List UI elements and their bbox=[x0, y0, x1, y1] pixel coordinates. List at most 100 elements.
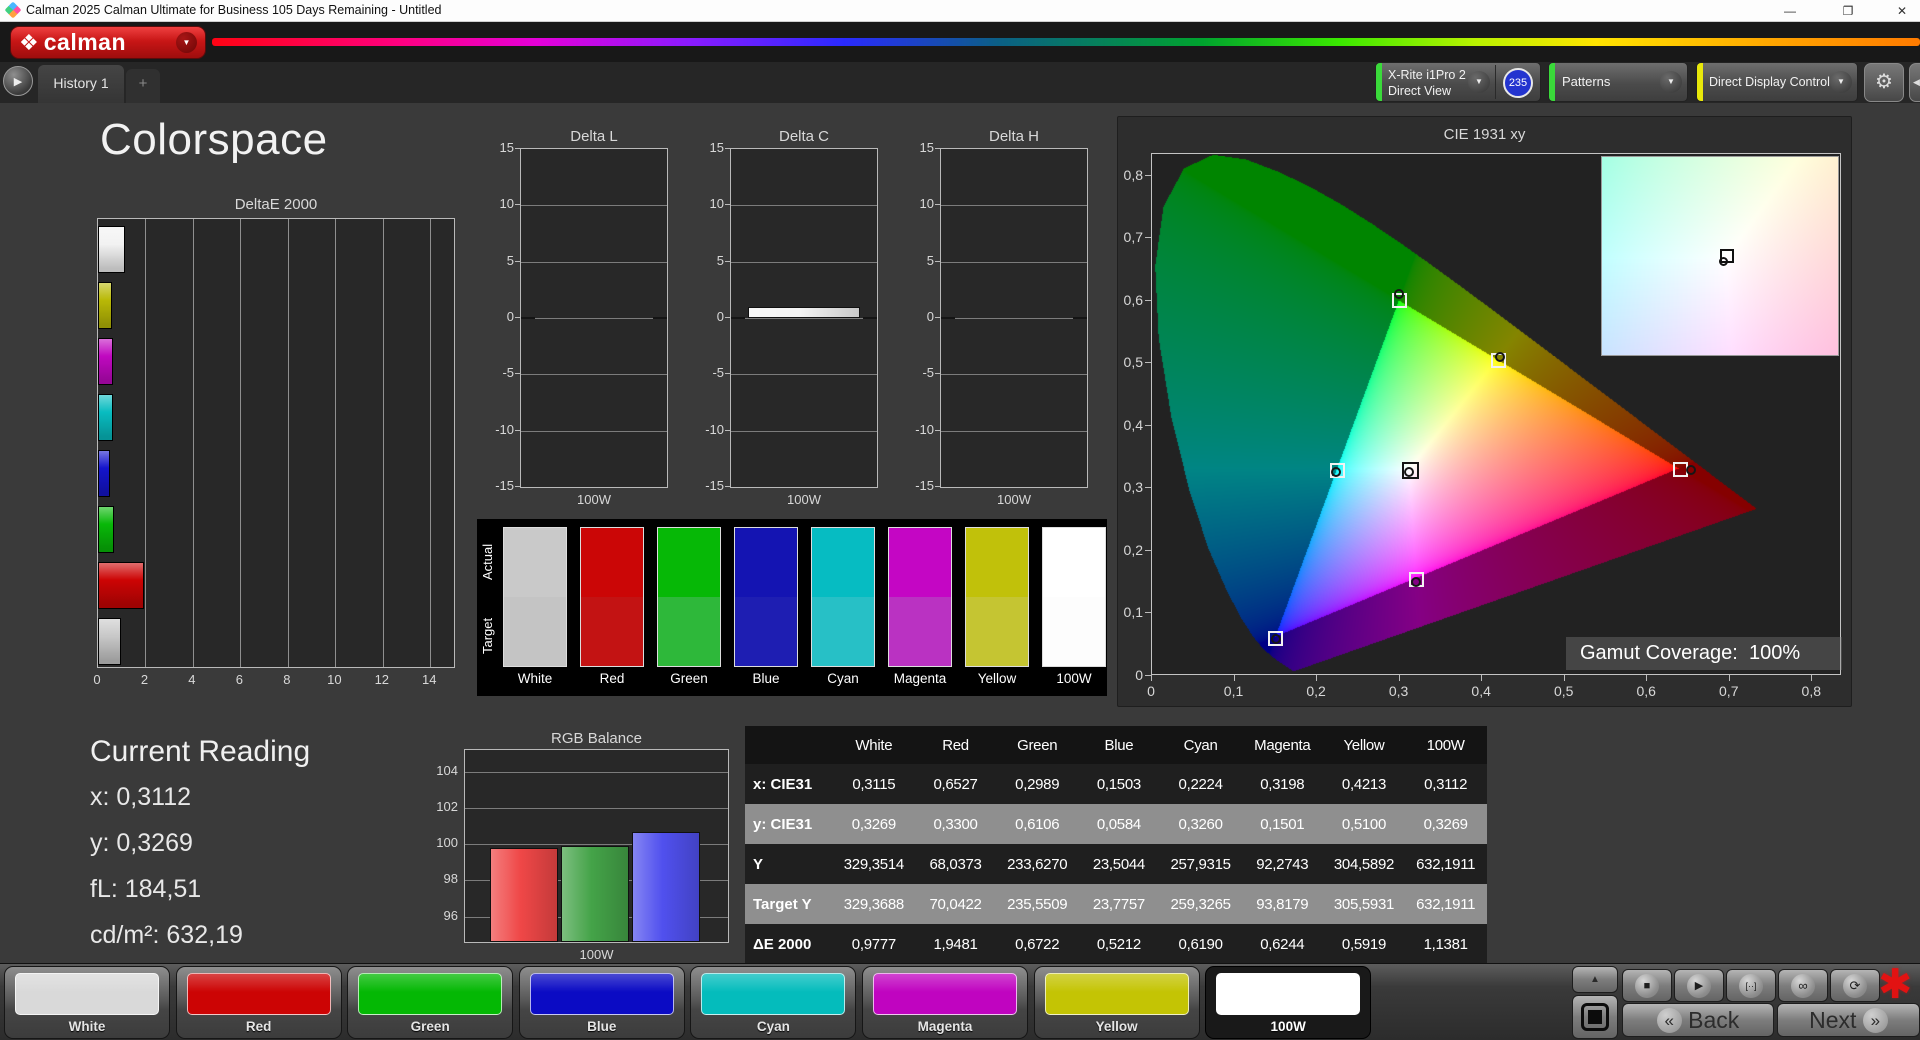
pattern-swatch bbox=[358, 973, 503, 1015]
x-tick: 10 bbox=[327, 672, 342, 687]
table-cell: 0,6106 bbox=[1015, 815, 1060, 833]
history-expand-button[interactable]: ▶ bbox=[3, 66, 33, 96]
expand-panel-button[interactable]: ▲ bbox=[1572, 966, 1618, 993]
actual-marker-white bbox=[1404, 466, 1415, 477]
tick-mark bbox=[515, 204, 520, 206]
step-button[interactable]: [··] bbox=[1726, 969, 1776, 1002]
y-tick: 0,5 bbox=[1123, 354, 1143, 371]
y-tick: 96 bbox=[443, 907, 458, 923]
back-button[interactable]: « Back bbox=[1622, 1003, 1774, 1037]
x-tick: 6 bbox=[235, 672, 243, 687]
x-tick: 0 bbox=[1147, 683, 1155, 699]
pattern-button-yellow[interactable]: Yellow bbox=[1033, 966, 1200, 1039]
delta-e-bar-white bbox=[98, 618, 121, 665]
add-tab-button[interactable]: + bbox=[126, 69, 160, 103]
target-swatch bbox=[1043, 597, 1105, 666]
chart-title: RGB Balance bbox=[551, 730, 642, 747]
play-button[interactable]: ▶ bbox=[1674, 969, 1724, 1002]
tick-mark bbox=[1145, 424, 1151, 426]
gridline bbox=[731, 261, 877, 263]
y-tick: 15 bbox=[709, 140, 724, 155]
table-cell: 0,9777 bbox=[851, 935, 896, 953]
display-control-dropdown[interactable]: Direct Display Control ▼ bbox=[1696, 62, 1858, 102]
gridline bbox=[731, 205, 877, 207]
pattern-button-white[interactable]: White bbox=[4, 966, 170, 1039]
column-header: Red bbox=[942, 736, 969, 754]
table-cell: 93,8179 bbox=[1256, 895, 1309, 913]
gear-icon[interactable]: ⚙ bbox=[1864, 63, 1904, 102]
swatch-label: White bbox=[517, 671, 553, 686]
calman-menu-button[interactable]: ❖ calman ▼ bbox=[10, 26, 206, 59]
stop-layout-icon bbox=[1581, 1003, 1609, 1031]
x-tick: 0,5 bbox=[1553, 683, 1574, 699]
tick-mark bbox=[725, 429, 730, 431]
tick-mark bbox=[935, 373, 940, 375]
tab-history-1[interactable]: History 1 bbox=[38, 65, 124, 103]
rainbow-accent-strip bbox=[212, 38, 1920, 46]
actual-swatch bbox=[504, 528, 566, 597]
stop-button[interactable]: ■ bbox=[1622, 969, 1672, 1002]
play-icon: ▶ bbox=[1687, 973, 1711, 998]
table-cell: 23,7757 bbox=[1092, 895, 1145, 913]
minimize-icon[interactable]: — bbox=[1768, 0, 1812, 22]
plot-area bbox=[940, 148, 1088, 488]
meter-mode: Direct View bbox=[1388, 84, 1451, 98]
pattern-button-green[interactable]: Green bbox=[347, 966, 514, 1039]
table-cell: 0,3112 bbox=[1424, 775, 1468, 793]
x-tick: 0,7 bbox=[1719, 683, 1739, 699]
table-cell: 0,3260 bbox=[1178, 815, 1223, 833]
window-title: Calman 2025 Calman Ultimate for Business… bbox=[26, 3, 442, 17]
collapse-panel-button[interactable]: ◀ bbox=[1909, 63, 1920, 102]
back-icon: « bbox=[1656, 1007, 1682, 1033]
reading-x: x: 0,3112 bbox=[90, 783, 192, 811]
pattern-button-magenta[interactable]: Magenta bbox=[862, 966, 1028, 1039]
pattern-swatch bbox=[701, 973, 846, 1015]
pattern-button-100w[interactable]: 100W bbox=[1205, 966, 1372, 1039]
table-cell: 0,4213 bbox=[1341, 775, 1387, 793]
swatch-label: Cyan bbox=[827, 671, 859, 686]
measurement-table: White Red Green Blue Cyan Magenta Yellow 100W x:… bbox=[745, 726, 1487, 964]
x-tick: 0,3 bbox=[1388, 683, 1409, 699]
restore-icon[interactable]: ❐ bbox=[1826, 0, 1870, 22]
close-icon[interactable]: ✕ bbox=[1880, 0, 1920, 22]
calman-logo-text: calman bbox=[43, 29, 126, 55]
delta-e-bar-yellow bbox=[98, 282, 112, 329]
cie-plot-area: Gamut Coverage: 100% bbox=[1151, 153, 1842, 675]
gridline bbox=[941, 430, 1087, 432]
loop-button[interactable]: ⟳ bbox=[1830, 969, 1880, 1002]
table-cell: 632,1911 bbox=[1416, 855, 1476, 873]
meter-dropdown[interactable]: X-Rite i1Pro 2 Direct View ▼ 235 bbox=[1375, 62, 1541, 102]
gridline bbox=[731, 318, 877, 319]
pattern-button-red[interactable]: Red bbox=[175, 966, 342, 1039]
y-tick: -15 bbox=[915, 478, 934, 493]
tick-mark bbox=[1145, 549, 1151, 551]
tick-mark bbox=[1728, 675, 1730, 681]
gridline bbox=[731, 430, 877, 432]
current-reading-title: Current Reading bbox=[90, 735, 311, 768]
y-tick: 15 bbox=[919, 140, 934, 155]
table-cell: 0,2989 bbox=[1015, 775, 1060, 793]
next-button[interactable]: Next » bbox=[1777, 1003, 1920, 1037]
infinity-button[interactable]: ∞ bbox=[1778, 969, 1828, 1002]
gridline bbox=[941, 374, 1087, 376]
tick-mark bbox=[725, 148, 730, 149]
gridline bbox=[941, 205, 1087, 207]
pattern-button-cyan[interactable]: Cyan bbox=[690, 966, 857, 1039]
asterisk-icon: ✱ bbox=[1878, 961, 1913, 1007]
pattern-label: Green bbox=[410, 1019, 450, 1034]
swatch bbox=[503, 527, 567, 667]
actual-swatch bbox=[1043, 528, 1105, 597]
column-header: Cyan bbox=[1183, 736, 1218, 754]
y-tick: 0,8 bbox=[1123, 166, 1143, 183]
patterns-dropdown[interactable]: Patterns ▼ bbox=[1548, 62, 1688, 102]
y-tick: 5 bbox=[506, 252, 514, 268]
calman-app-icon bbox=[4, 1, 22, 19]
table-cell: 632,1911 bbox=[1416, 895, 1476, 913]
zero-mark bbox=[941, 317, 955, 319]
divider bbox=[1495, 65, 1496, 99]
tick-mark bbox=[935, 486, 940, 487]
stop-layout-button[interactable] bbox=[1572, 995, 1618, 1039]
table-cell: 23,5044 bbox=[1092, 855, 1145, 873]
pattern-button-blue[interactable]: Blue bbox=[518, 966, 685, 1039]
y-tick: 0 bbox=[506, 309, 514, 324]
